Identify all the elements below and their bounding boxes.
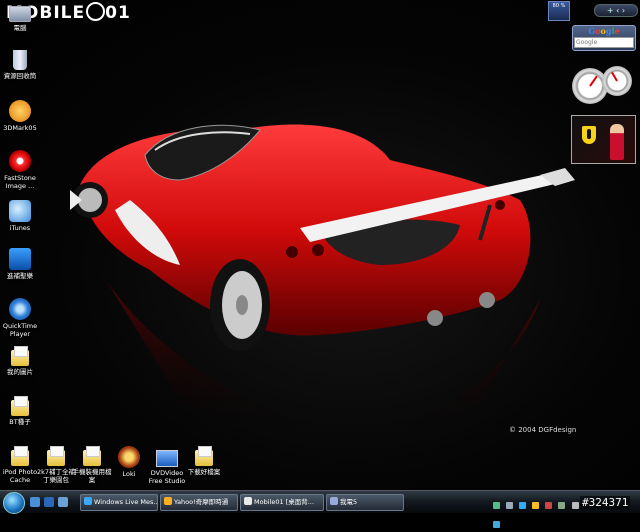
recycle-bin-icon: [13, 50, 27, 70]
cpu-gauge-gadget[interactable]: [572, 66, 634, 106]
desktop-icon-faststone[interactable]: FastStone Image ...: [0, 150, 40, 190]
icon-label: 我的圖片: [7, 368, 33, 376]
icon-label: 3DMark05: [3, 124, 37, 132]
desktop-icon-quicktime[interactable]: QuickTime Player: [0, 298, 40, 338]
desktop-icon-loki[interactable]: Loki: [109, 446, 149, 478]
image-watermark: #324371: [580, 496, 631, 509]
icon-label: iTunes: [9, 224, 31, 232]
google-search-gadget: Google: [572, 25, 636, 51]
quicktime-icon: [9, 298, 31, 320]
logo-circle-icon: [86, 2, 106, 21]
icon-label: QuickTime Player: [2, 322, 38, 338]
desktop-icon-bt[interactable]: BT種子: [0, 396, 40, 426]
desktop-icon-downloads[interactable]: 下載好檔案: [184, 446, 224, 476]
icon-label: 2k7補丁全補丁樂園包: [36, 468, 76, 484]
tray-messenger-icon[interactable]: [519, 502, 527, 509]
desktop-icon-ipod-cache[interactable]: iPod Photo Cache: [0, 446, 40, 484]
download-folder-icon: [195, 446, 213, 466]
icon-label: 資源回收筒: [3, 72, 37, 80]
icon-label: 進補聖樂: [7, 272, 33, 280]
desktop-icon-phone-files[interactable]: 手機裝機用檔案: [72, 446, 112, 484]
google-search-input[interactable]: [574, 37, 634, 48]
tray-app-icon[interactable]: [545, 502, 553, 509]
logo-suffix: 01: [105, 3, 131, 23]
show-desktop-icon[interactable]: [30, 497, 40, 507]
ipod-photo-cache-folder-icon: [11, 446, 29, 466]
icon-label: BT種子: [9, 418, 31, 426]
wallpaper-copyright: © 2004 DGFdesign: [509, 426, 577, 434]
icon-label: Loki: [122, 470, 136, 478]
dvd-studio-icon: [156, 450, 178, 467]
icon-label: 電腦: [13, 24, 27, 32]
ferrari-wallpaper-artwork: [70, 124, 575, 436]
tray-app-icon[interactable]: [571, 502, 579, 509]
desktop-icon-music[interactable]: 進補聖樂: [0, 248, 40, 280]
desktop-icon-my-pictures[interactable]: 我的圖片: [0, 346, 40, 376]
icon-label: FastStone Image ...: [4, 174, 36, 190]
desktop-icon-itunes[interactable]: iTunes: [0, 200, 40, 232]
desktop-icon-2k7[interactable]: 2k7補丁全補丁樂園包: [36, 446, 76, 484]
task-windows-live-messenger[interactable]: Windows Live Mes...: [80, 494, 158, 511]
google-logo: Google: [588, 26, 620, 36]
faststone-icon: [9, 150, 31, 172]
desktop-icon-computer[interactable]: 電腦: [0, 2, 40, 32]
slideshow-gadget[interactable]: [571, 115, 636, 164]
tray-volume-icon[interactable]: [506, 502, 514, 509]
memory-gauge-dial: [602, 66, 632, 96]
cpu-meter-gadget[interactable]: 80 %: [548, 1, 570, 21]
computer-icon: [9, 6, 31, 22]
loki-icon: [118, 446, 140, 468]
prancing-horse-icon: [587, 129, 591, 139]
desktop-icon-recycle-bin[interactable]: 資源回收筒: [0, 50, 40, 80]
itunes-icon: [9, 200, 31, 222]
switch-windows-icon[interactable]: [58, 497, 68, 507]
cpu-value: 80 %: [552, 3, 566, 9]
my-pictures-folder-icon: [11, 346, 29, 366]
task-label: Yahoo!奇摩即時通: [174, 498, 229, 506]
icon-label: 下載好檔案: [187, 468, 221, 476]
icon-label: DVDVideo Free Studio: [148, 469, 186, 485]
task-label: Windows Live Mes...: [94, 498, 158, 506]
desktop-icon-3dmark[interactable]: 3DMark05: [0, 100, 40, 132]
browser-icon: [244, 497, 252, 505]
tray-app-icon[interactable]: [558, 502, 566, 509]
icon-label: 手機裝機用檔案: [72, 468, 112, 484]
task-label: 我電5: [340, 498, 358, 506]
task-yahoo-messenger[interactable]: Yahoo!奇摩即時通: [160, 494, 238, 511]
3dmark-icon: [9, 100, 31, 122]
tray-yahoo-icon[interactable]: [532, 502, 540, 509]
start-orb-icon[interactable]: [3, 492, 25, 514]
icon-label: iPod Photo Cache: [2, 468, 38, 484]
desktop-icon-dvd-studio[interactable]: DVDVideo Free Studio: [147, 446, 187, 485]
music-notes-icon: [9, 248, 31, 270]
yahoo-icon: [164, 497, 172, 505]
bt-folder-icon: [11, 396, 29, 416]
task-mobile01-browser[interactable]: Mobile01 [桌面背...: [240, 494, 324, 511]
task-label: Mobile01 [桌面背...: [254, 498, 314, 506]
ie-icon[interactable]: [44, 497, 54, 507]
tray-network-icon[interactable]: [493, 502, 500, 509]
folder-window-icon: [330, 497, 338, 505]
system-tray: [493, 494, 583, 528]
desktop: MOBILE 01 電腦 資源回收筒 3DMark05 FastStone Im…: [0, 0, 640, 490]
tray-app-icon[interactable]: [493, 521, 500, 528]
messenger-icon: [84, 497, 92, 505]
model-figure: [610, 124, 624, 160]
sidebar-controls[interactable]: + ‹ ›: [594, 4, 638, 17]
sidebar-controls-label: + ‹ ›: [606, 6, 626, 15]
folder-icon: [47, 446, 65, 466]
folder-icon: [83, 446, 101, 466]
task-computer[interactable]: 我電5: [326, 494, 404, 511]
taskbar: Windows Live Mes... Yahoo!奇摩即時通 Mobile01…: [0, 490, 640, 528]
